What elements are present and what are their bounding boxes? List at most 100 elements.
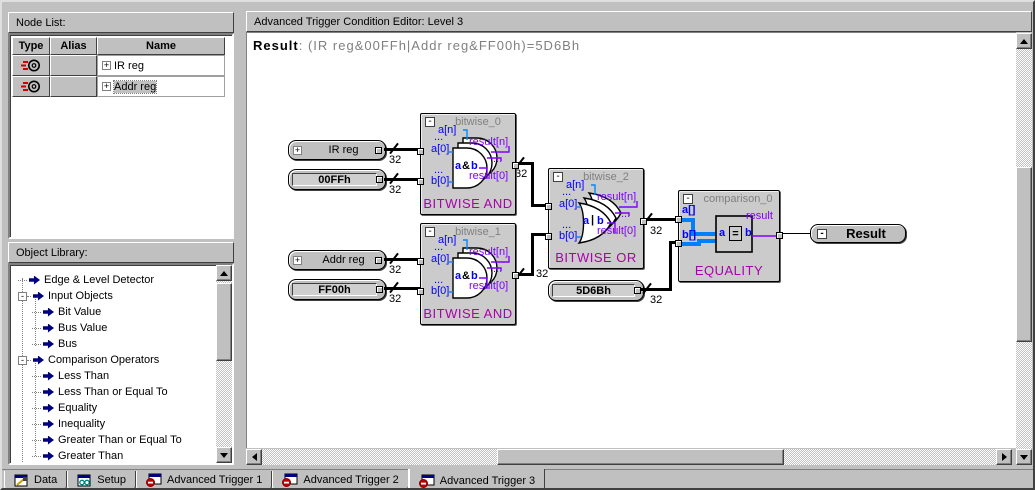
collapse-minus-box[interactable]: - — [425, 117, 435, 127]
block-comparison-0[interactable]: - comparison_0 a[] b[] result a = b EQUA… — [678, 190, 780, 282]
scroll-down-button[interactable] — [1016, 449, 1032, 465]
input-port-a[interactable] — [417, 148, 424, 155]
node-list-panel[interactable]: Type Alias Name + IR — [8, 33, 234, 239]
tree-item-bus[interactable]: Bus — [32, 336, 77, 352]
node-alias-cell[interactable] — [50, 76, 97, 97]
result-port[interactable] — [776, 232, 783, 239]
node-table: Type Alias Name + IR — [12, 37, 225, 97]
input-port-b[interactable] — [417, 178, 424, 185]
object-arrow-icon — [43, 324, 54, 333]
table-row[interactable]: + Addr reg — [12, 76, 225, 97]
object-library-title: Object Library: — [16, 247, 88, 259]
input-port-a[interactable] — [545, 203, 552, 210]
block-bitwise-0[interactable]: - bitwise_0 a[n] ... a[0] ... b[0] resul… — [420, 113, 516, 215]
library-vertical-scrollbar[interactable] — [216, 265, 232, 463]
scrollbar-thumb[interactable] — [1016, 167, 1032, 342]
node-name-cell[interactable]: + Addr reg — [97, 76, 225, 97]
expand-plus-box[interactable]: + — [293, 256, 302, 265]
tab-advanced-trigger-2[interactable]: Advanced Trigger 2 — [272, 471, 408, 490]
output-port[interactable] — [375, 257, 382, 264]
tree-item-comparison-operators[interactable]: - Comparison Operators — [18, 352, 159, 368]
input-port-b[interactable] — [545, 233, 552, 240]
port-label-b0: b[0] — [559, 230, 577, 242]
table-row[interactable]: + IR reg — [12, 55, 225, 76]
node-name-cell[interactable]: + IR reg — [97, 55, 225, 76]
node-alias-cell[interactable] — [50, 55, 97, 76]
column-header-type[interactable]: Type — [12, 37, 50, 55]
input-port-a[interactable] — [417, 258, 424, 265]
tree-item-equality[interactable]: Equality — [32, 400, 97, 416]
output-port[interactable] — [376, 176, 383, 183]
input-port-b[interactable] — [417, 288, 424, 295]
tree-item-edge-level-detector[interactable]: Edge & Level Detector — [18, 272, 154, 288]
expand-plus-box[interactable]: + — [293, 146, 302, 155]
object-arrow-icon — [43, 340, 54, 349]
node-name-label-selected: Addr reg — [114, 81, 156, 93]
node-type-cell[interactable] — [12, 76, 50, 97]
collapse-minus-box[interactable]: - — [18, 292, 27, 301]
tree-item-greater-than[interactable]: Greater Than — [32, 448, 123, 463]
input-port-a[interactable] — [675, 216, 682, 223]
editor-vertical-scrollbar[interactable] — [1016, 33, 1032, 465]
input-port-b[interactable] — [675, 240, 682, 247]
object-library-panel[interactable]: Edge & Level Detector - Input Objects Bi… — [8, 263, 234, 465]
tree-item-label: Less Than or Equal To — [58, 386, 168, 398]
result-port[interactable] — [640, 218, 647, 225]
tab-label: Advanced Trigger 3 — [440, 475, 535, 487]
tab-setup[interactable]: Setup — [67, 471, 136, 490]
column-header-alias[interactable]: Alias — [50, 37, 97, 55]
column-header-name[interactable]: Name — [97, 37, 225, 55]
tree-item-greater-than-or-equal[interactable]: Greater Than or Equal To — [32, 432, 182, 448]
tree-connector — [18, 280, 27, 281]
output-port[interactable] — [376, 286, 383, 293]
output-port[interactable] — [375, 147, 382, 154]
tab-data[interactable]: Data — [4, 471, 67, 490]
scroll-right-button[interactable] — [996, 449, 1012, 465]
tree-connector — [27, 360, 31, 361]
scroll-up-button[interactable] — [1016, 33, 1032, 49]
tree-connector — [32, 312, 41, 313]
tab-advanced-trigger-1[interactable]: Advanced Trigger 1 — [136, 471, 272, 490]
scrollbar-thumb[interactable] — [216, 283, 232, 361]
collapse-minus-box[interactable]: - — [18, 356, 27, 365]
scroll-right-icon — [1002, 453, 1007, 461]
tree-item-less-than[interactable]: Less Than — [32, 368, 109, 384]
node-type-cell[interactable] — [12, 55, 50, 76]
value-input-field[interactable]: 00FFh — [292, 173, 377, 186]
scrollbar-thumb[interactable] — [497, 449, 784, 465]
value-input-ff00h[interactable]: FF00h — [288, 279, 386, 300]
result-output-box[interactable]: - Result — [810, 224, 906, 243]
expand-plus-box[interactable]: + — [102, 61, 111, 70]
collapse-minus-box[interactable]: - — [425, 227, 435, 237]
block-bitwise-2[interactable]: - bitwise_2 a[n] ... a[0] ... b[0] resul… — [548, 168, 644, 269]
advanced-trigger-tab-icon — [146, 473, 162, 487]
scroll-left-button[interactable] — [246, 449, 262, 465]
signal-input-ir-reg[interactable]: + IR reg — [288, 140, 386, 160]
collapse-minus-box[interactable]: - — [683, 194, 693, 204]
tree-item-less-than-or-equal[interactable]: Less Than or Equal To — [32, 384, 168, 400]
tree-item-label: Greater Than or Equal To — [58, 434, 182, 446]
expand-plus-box[interactable]: + — [102, 82, 111, 91]
tree-item-inequality[interactable]: Inequality — [32, 416, 105, 432]
result-port[interactable] — [512, 162, 519, 169]
result-port[interactable] — [512, 272, 519, 279]
collapse-minus-box[interactable]: - — [553, 172, 563, 182]
tree-connector — [32, 408, 41, 409]
editor-horizontal-scrollbar[interactable] — [246, 449, 1012, 465]
scroll-down-button[interactable] — [216, 447, 232, 463]
output-port[interactable] — [634, 287, 641, 294]
block-bitwise-1[interactable]: - bitwise_1 a[n] ... a[0] ... b[0] resul… — [420, 223, 516, 325]
value-input-5d6bh[interactable]: 5D6Bh — [548, 280, 644, 301]
collapse-minus-box[interactable]: - — [817, 229, 827, 239]
signal-input-addr-reg[interactable]: + Addr reg — [288, 250, 386, 270]
value-input-00ffh[interactable]: 00FFh — [288, 169, 386, 190]
value-input-field[interactable]: 5D6Bh — [552, 284, 635, 297]
scroll-up-button[interactable] — [216, 265, 232, 281]
tree-connector — [32, 344, 41, 345]
tree-item-bit-value[interactable]: Bit Value — [32, 304, 101, 320]
value-input-field[interactable]: FF00h — [292, 283, 377, 296]
tab-advanced-trigger-3[interactable]: Advanced Trigger 3 — [409, 469, 545, 490]
tree-item-bus-value[interactable]: Bus Value — [32, 320, 107, 336]
trigger-editor-canvas[interactable]: Result: (IR reg&00FFh|Addr reg&FF00h)=5D… — [246, 32, 1016, 448]
tree-item-input-objects[interactable]: - Input Objects — [18, 288, 113, 304]
